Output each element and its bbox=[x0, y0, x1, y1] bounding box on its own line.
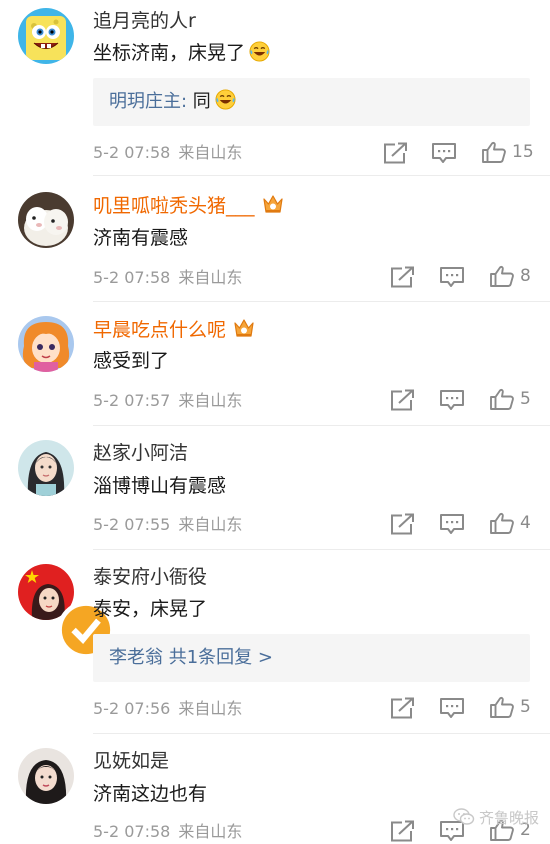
like-count: 15 bbox=[512, 142, 534, 162]
like-icon[interactable] bbox=[489, 265, 515, 287]
crown-icon bbox=[232, 317, 256, 339]
username[interactable]: 见妩如是 bbox=[93, 749, 169, 773]
spongebob-avatar-image bbox=[18, 8, 74, 64]
crown-icon bbox=[261, 193, 285, 215]
username[interactable]: 赵家小阿洁 bbox=[93, 441, 188, 465]
share-icon[interactable] bbox=[389, 266, 415, 288]
comment-text: 感受到了 bbox=[93, 350, 170, 372]
comment-meta: 5-2 07:55 来自山东 bbox=[93, 515, 242, 535]
comment-text: 淄博博山有震感 bbox=[93, 475, 227, 497]
username[interactable]: 早晨吃点什么呢 bbox=[93, 317, 256, 342]
username-text: 叽里呱啦秃头猪___ bbox=[93, 195, 255, 217]
like-icon[interactable] bbox=[481, 141, 507, 163]
like-icon[interactable] bbox=[489, 696, 515, 718]
comment-time: 5-2 07:55 bbox=[93, 515, 171, 534]
avatar[interactable] bbox=[18, 564, 114, 658]
comment-icon[interactable] bbox=[439, 697, 465, 719]
comment-text: 济南有震感 bbox=[93, 227, 189, 249]
laugh-cry-emoji bbox=[215, 89, 236, 110]
username[interactable]: 泰安府小衙役 bbox=[93, 565, 207, 589]
comment-source: 来自山东 bbox=[178, 268, 243, 287]
comment-meta: 5-2 07:58 来自山东 bbox=[93, 822, 242, 842]
comment-time: 5-2 07:58 bbox=[93, 143, 171, 162]
comment-source: 来自山东 bbox=[178, 822, 243, 841]
like-count: 5 bbox=[520, 389, 531, 409]
username-text: 早晨吃点什么呢 bbox=[93, 319, 227, 341]
reply-preview-box[interactable]: 李老翁 共1条回复 > bbox=[93, 634, 530, 682]
comment-source: 来自山东 bbox=[178, 699, 243, 718]
divider bbox=[93, 425, 550, 426]
comment-source: 来自山东 bbox=[178, 143, 243, 162]
avatar[interactable] bbox=[18, 192, 74, 248]
avatar[interactable] bbox=[18, 748, 74, 804]
wechat-icon bbox=[453, 808, 475, 826]
lamb-avatar-image bbox=[18, 192, 74, 248]
divider bbox=[93, 175, 550, 176]
like-count: 5 bbox=[520, 697, 531, 717]
share-icon[interactable] bbox=[389, 820, 415, 842]
avatar[interactable] bbox=[18, 440, 74, 496]
divider bbox=[93, 733, 550, 734]
comment-time: 5-2 07:58 bbox=[93, 268, 171, 287]
comment-time: 5-2 07:58 bbox=[93, 822, 171, 841]
share-icon[interactable] bbox=[389, 697, 415, 719]
avatar[interactable] bbox=[18, 316, 74, 372]
share-icon[interactable] bbox=[382, 142, 408, 164]
divider bbox=[93, 549, 550, 550]
comment-time: 5-2 07:57 bbox=[93, 391, 171, 410]
watermark-text: 齐鲁晚报 bbox=[479, 809, 540, 827]
comment-meta: 5-2 07:56 来自山东 bbox=[93, 699, 242, 719]
divider bbox=[93, 301, 550, 302]
username[interactable]: 追月亮的人r bbox=[93, 9, 196, 33]
comment-meta: 5-2 07:57 来自山东 bbox=[93, 391, 242, 411]
comment-icon[interactable] bbox=[439, 513, 465, 535]
like-icon[interactable] bbox=[489, 388, 515, 410]
comment-text-body: 坐标济南，床晃了 bbox=[93, 42, 246, 64]
like-count: 8 bbox=[520, 266, 531, 286]
cartoon-girl-avatar-image bbox=[18, 316, 74, 372]
share-icon[interactable] bbox=[389, 513, 415, 535]
portrait-avatar-image bbox=[18, 440, 74, 496]
comment-time: 5-2 07:56 bbox=[93, 699, 171, 718]
reply-text: 同 bbox=[187, 91, 211, 112]
watermark: 齐鲁晚报 bbox=[453, 807, 539, 828]
share-icon[interactable] bbox=[389, 389, 415, 411]
comment-icon[interactable] bbox=[439, 266, 465, 288]
comment-text: 泰安，床晃了 bbox=[93, 598, 208, 620]
laugh-cry-emoji bbox=[249, 41, 270, 62]
reply-summary-link[interactable]: 李老翁 共1条回复 > bbox=[109, 645, 273, 671]
comment-source: 来自山东 bbox=[178, 515, 243, 534]
reply-line: 明玥庄主: 同 bbox=[109, 89, 236, 115]
comment-source: 来自山东 bbox=[178, 391, 243, 410]
comment-icon[interactable] bbox=[431, 142, 457, 164]
comment-icon[interactable] bbox=[439, 389, 465, 411]
reply-preview-box[interactable]: 明玥庄主: 同 bbox=[93, 78, 530, 126]
photo-avatar-image bbox=[18, 748, 74, 804]
comment-meta: 5-2 07:58 来自山东 bbox=[93, 268, 242, 288]
comment-text: 济南这边也有 bbox=[93, 783, 208, 805]
like-count: 4 bbox=[520, 513, 531, 533]
reply-author[interactable]: 明玥庄主: bbox=[109, 91, 187, 112]
username[interactable]: 叽里呱啦秃头猪___ bbox=[93, 193, 285, 218]
like-icon[interactable] bbox=[489, 512, 515, 534]
avatar[interactable] bbox=[18, 8, 74, 64]
comment-text: 坐标济南，床晃了 bbox=[93, 40, 270, 66]
comment-meta: 5-2 07:58 来自山东 bbox=[93, 143, 242, 163]
